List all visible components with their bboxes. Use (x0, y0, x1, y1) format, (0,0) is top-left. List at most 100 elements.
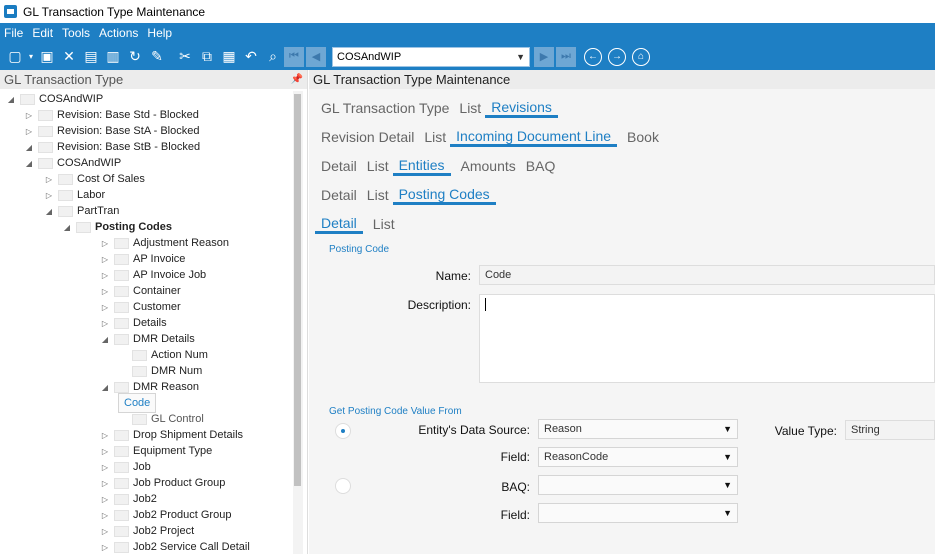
entity-source-select[interactable]: Reason ▼ (538, 419, 738, 439)
tree-node[interactable]: DMR Num (118, 363, 202, 379)
baq-select[interactable]: ▼ (538, 475, 738, 495)
record-combo[interactable]: COSAndWIP ▼ (332, 46, 530, 67)
tree-node[interactable]: ▷ Equipment Type (100, 443, 212, 459)
pin-icon[interactable]: 📌 (291, 74, 303, 85)
collapse-arrow-icon[interactable]: ◢ (24, 143, 34, 152)
tree-node[interactable]: ▷ Details (100, 315, 167, 331)
tree-node[interactable]: Action Num (118, 347, 208, 363)
value-type-field[interactable]: String (845, 420, 935, 440)
tab-detail[interactable]: Detail (321, 187, 357, 205)
menu-actions[interactable]: Actions (99, 26, 138, 40)
tree-node[interactable]: ▷ Revision: Base Std - Blocked (24, 107, 199, 123)
collapse-arrow-icon[interactable]: ◢ (44, 207, 54, 216)
cut-icon[interactable]: ✂ (174, 46, 196, 68)
menu-help[interactable]: Help (147, 26, 172, 40)
book-icon[interactable]: ▤ (80, 46, 102, 68)
menu-tools[interactable]: Tools (62, 26, 90, 40)
tree-node[interactable]: ◢ Revision: Base StB - Blocked (24, 139, 200, 155)
tab-posting-codes[interactable]: Posting Codes (392, 186, 496, 205)
last-record-icon[interactable]: ⏭ (556, 46, 576, 67)
expand-arrow-icon[interactable]: ▷ (100, 271, 110, 280)
tree-node[interactable]: ▷ Container (100, 283, 181, 299)
expand-arrow-icon[interactable]: ▷ (100, 479, 110, 488)
menu-edit[interactable]: Edit (32, 26, 53, 40)
expand-arrow-icon[interactable]: ▷ (100, 431, 110, 440)
entity-source-radio[interactable] (335, 423, 351, 439)
description-field[interactable] (479, 294, 935, 383)
expand-arrow-icon[interactable]: ▷ (100, 527, 110, 536)
expand-arrow-icon[interactable]: ▷ (100, 463, 110, 472)
tab-revisions[interactable]: Revisions (485, 99, 558, 118)
forward-icon[interactable]: → (608, 47, 626, 66)
first-record-icon[interactable]: ⏮ (284, 46, 304, 67)
collapse-arrow-icon[interactable]: ◢ (24, 159, 34, 168)
tree-node[interactable]: ◢ COSAndWIP (6, 91, 103, 107)
clear-icon[interactable]: ✎ (146, 46, 168, 68)
tab-entities[interactable]: Entities (392, 157, 451, 176)
tree-node[interactable]: ◢ PartTran (44, 203, 119, 219)
tab-detail[interactable]: Detail (321, 158, 357, 176)
tree-node[interactable]: ▷ Job2 Service Call Detail (100, 539, 250, 554)
tab-gl-transaction-type[interactable]: GL Transaction Type (321, 100, 449, 118)
collapse-arrow-icon[interactable]: ◢ (100, 335, 110, 344)
tree-node[interactable]: ▷ Job (100, 459, 151, 475)
previous-record-icon[interactable]: ◀ (306, 46, 326, 67)
expand-arrow-icon[interactable]: ▷ (100, 319, 110, 328)
expand-arrow-icon[interactable]: ▷ (24, 111, 34, 120)
tab-baq[interactable]: BAQ (526, 158, 556, 176)
tab-book[interactable]: Book (627, 129, 659, 147)
tree-node[interactable]: ▷ Customer (100, 299, 181, 315)
menu-file[interactable]: File (4, 26, 23, 40)
refresh-icon[interactable]: ↻ (124, 46, 146, 68)
expand-arrow-icon[interactable]: ▷ (100, 239, 110, 248)
tab-incoming-document-line[interactable]: Incoming Document Line (450, 128, 618, 147)
new-dropdown-icon[interactable]: ▾ (26, 46, 36, 68)
tab-list[interactable]: List (367, 187, 389, 205)
search-icon[interactable]: ⌕ (262, 46, 284, 68)
save-icon[interactable]: ▣ (36, 46, 58, 68)
tab-list[interactable]: List (424, 129, 446, 147)
tree-node[interactable]: ◢ DMR Details (100, 331, 195, 347)
tab-list[interactable]: List (373, 216, 395, 234)
new-icon[interactable]: ▢ (4, 46, 26, 68)
tab-list[interactable]: List (367, 158, 389, 176)
delete-icon[interactable]: ✕ (58, 46, 80, 68)
tree-node[interactable]: ▷ AP Invoice Job (100, 267, 206, 283)
expand-arrow-icon[interactable]: ▷ (100, 543, 110, 552)
baq-radio[interactable] (335, 478, 351, 494)
home-icon[interactable]: ⌂ (632, 47, 650, 66)
undo-icon[interactable]: ↶ (240, 46, 262, 68)
tree-node[interactable]: ▷ Labor (44, 187, 105, 203)
tree-node[interactable]: ▷ Drop Shipment Details (100, 427, 243, 443)
expand-arrow-icon[interactable]: ▷ (24, 127, 34, 136)
tree-scrollbar-thumb[interactable] (294, 94, 301, 486)
tree-node[interactable]: ▷ Cost Of Sales (44, 171, 145, 187)
tree-node[interactable]: ▷ Job Product Group (100, 475, 225, 491)
expand-arrow-icon[interactable]: ▷ (100, 511, 110, 520)
name-field[interactable]: Code (479, 265, 935, 285)
tree-node[interactable]: Code (118, 393, 157, 413)
collapse-arrow-icon[interactable]: ◢ (100, 383, 110, 392)
tree-node[interactable]: ▷ AP Invoice (100, 251, 185, 267)
expand-arrow-icon[interactable]: ▷ (100, 287, 110, 296)
tree-node[interactable]: ▷ Job2 Product Group (100, 507, 232, 523)
tab-revision-detail[interactable]: Revision Detail (321, 129, 414, 147)
tree-node[interactable]: ◢ COSAndWIP (24, 155, 121, 171)
expand-arrow-icon[interactable]: ▷ (100, 495, 110, 504)
back-icon[interactable]: ← (584, 47, 602, 66)
tab-detail[interactable]: Detail (315, 215, 363, 234)
tab-amounts[interactable]: Amounts (461, 158, 516, 176)
collapse-arrow-icon[interactable]: ◢ (6, 95, 16, 104)
collapse-arrow-icon[interactable]: ◢ (62, 223, 72, 232)
expand-arrow-icon[interactable]: ▷ (44, 191, 54, 200)
tab-list[interactable]: List (459, 100, 481, 118)
expand-arrow-icon[interactable]: ▷ (100, 255, 110, 264)
print-icon[interactable]: ▥ (102, 46, 124, 68)
expand-arrow-icon[interactable]: ▷ (100, 447, 110, 456)
tree-node[interactable]: ▷ Job2 Project (100, 523, 194, 539)
tree-node[interactable]: GL Control (118, 411, 204, 427)
field2-select[interactable]: ▼ (538, 503, 738, 523)
tree-node[interactable]: ▷ Revision: Base StA - Blocked (24, 123, 200, 139)
expand-arrow-icon[interactable]: ▷ (44, 175, 54, 184)
paste-icon[interactable]: ▦ (218, 46, 240, 68)
